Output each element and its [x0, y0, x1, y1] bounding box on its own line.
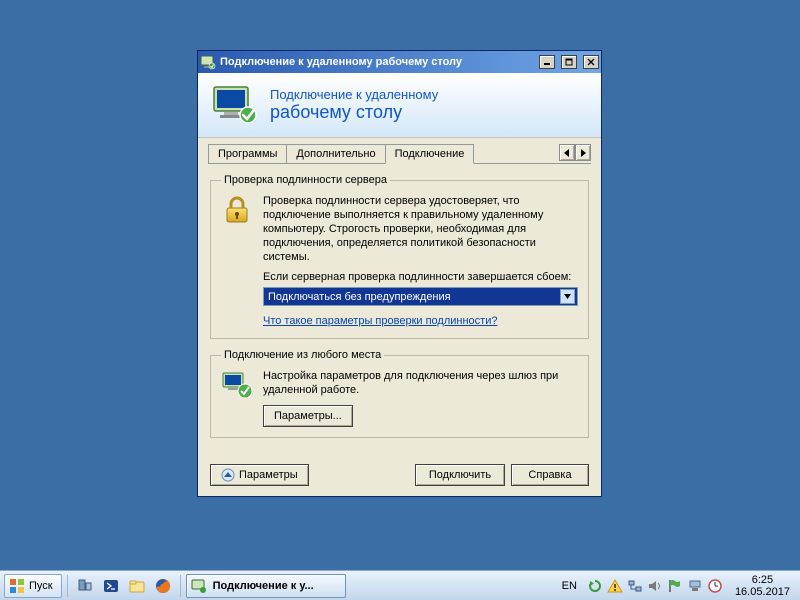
- auth-help-link[interactable]: Что такое параметры проверки подлинности…: [263, 314, 497, 328]
- gateway-group: Подключение из любого места Настройка па…: [210, 349, 589, 438]
- gateway-settings-button[interactable]: Параметры...: [263, 405, 353, 427]
- clock-time: 6:25: [735, 574, 790, 586]
- quicklaunch-firefox[interactable]: [151, 574, 175, 598]
- titlebar[interactable]: Подключение к удаленному рабочему столу: [198, 51, 601, 73]
- gateway-icon: [221, 369, 253, 401]
- taskbar-separator: [180, 575, 181, 597]
- tray-sound-icon[interactable]: [647, 578, 663, 594]
- clock-date: 16.05.2017: [735, 586, 790, 598]
- tray-refresh-icon[interactable]: [587, 578, 603, 594]
- start-label: Пуск: [29, 580, 53, 592]
- tray-warning-icon[interactable]: [607, 578, 623, 594]
- windows-logo-icon: [9, 578, 25, 594]
- rdp-monitor-icon: [210, 81, 258, 129]
- language-indicator[interactable]: EN: [558, 580, 581, 592]
- tab-scroll-left[interactable]: [559, 144, 575, 161]
- chevron-up-icon: [221, 468, 235, 482]
- quicklaunch-powershell[interactable]: [99, 574, 123, 598]
- server-auth-legend: Проверка подлинности сервера: [221, 174, 390, 186]
- quicklaunch-server-manager[interactable]: [73, 574, 97, 598]
- task-label: Подключение к у...: [213, 580, 314, 592]
- quicklaunch-explorer[interactable]: [125, 574, 149, 598]
- tray-icons: [587, 578, 723, 594]
- gateway-legend: Подключение из любого места: [221, 349, 384, 361]
- connect-button[interactable]: Подключить: [415, 464, 505, 486]
- dialog-header: Подключение к удаленному рабочему столу: [198, 73, 601, 138]
- tab-advanced[interactable]: Дополнительно: [286, 144, 385, 163]
- auth-prompt: Если серверная проверка подлинности заве…: [263, 270, 578, 284]
- tab-strip: Программы Дополнительно Подключение: [208, 144, 591, 164]
- dialog-buttons: Параметры Подключить Справка: [198, 458, 601, 496]
- app-icon: [191, 578, 207, 594]
- tray-network-icon[interactable]: [627, 578, 643, 594]
- auth-description: Проверка подлинности сервера удостоверяе…: [263, 194, 578, 264]
- tab-programs[interactable]: Программы: [208, 144, 287, 163]
- server-auth-group: Проверка подлинности сервера Проверка по…: [210, 174, 589, 339]
- tab-content: Проверка подлинности сервера Проверка по…: [198, 164, 601, 458]
- taskbar-clock[interactable]: 6:25 16.05.2017: [729, 574, 796, 598]
- options-toggle-button[interactable]: Параметры: [210, 464, 309, 486]
- maximize-button[interactable]: [561, 55, 577, 69]
- header-line2: рабочему столу: [270, 102, 438, 123]
- tray-devices-icon[interactable]: [687, 578, 703, 594]
- taskbar-item-rdp[interactable]: Подключение к у...: [186, 574, 346, 598]
- close-button[interactable]: [583, 55, 599, 69]
- tray-flag-icon[interactable]: [667, 578, 683, 594]
- header-text: Подключение к удаленному рабочему столу: [270, 87, 438, 123]
- tab-scroll-buttons: [559, 144, 591, 163]
- header-line1: Подключение к удаленному: [270, 87, 438, 102]
- lock-icon: [221, 194, 253, 226]
- window-title: Подключение к удаленному рабочему столу: [220, 56, 533, 68]
- start-button[interactable]: Пуск: [4, 574, 62, 598]
- minimize-button[interactable]: [539, 55, 555, 69]
- tab-scroll-right[interactable]: [575, 144, 591, 161]
- gateway-description: Настройка параметров для подключения чер…: [263, 369, 578, 397]
- auth-failure-dropdown[interactable]: Подключаться без предупреждения: [263, 287, 578, 306]
- help-button[interactable]: Справка: [511, 464, 589, 486]
- system-tray: EN 6:25 16.05.2017: [558, 571, 796, 600]
- tab-connection[interactable]: Подключение: [385, 144, 475, 164]
- chevron-down-icon: [560, 289, 575, 304]
- app-icon: [200, 54, 216, 70]
- taskbar: Пуск Подключение к у... EN 6:25 16.05.20…: [0, 570, 800, 600]
- dropdown-value: Подключаться без предупреждения: [268, 290, 451, 304]
- tray-clock-icon[interactable]: [707, 578, 723, 594]
- taskbar-separator: [67, 575, 68, 597]
- rdp-dialog: Подключение к удаленному рабочему столу …: [197, 50, 602, 497]
